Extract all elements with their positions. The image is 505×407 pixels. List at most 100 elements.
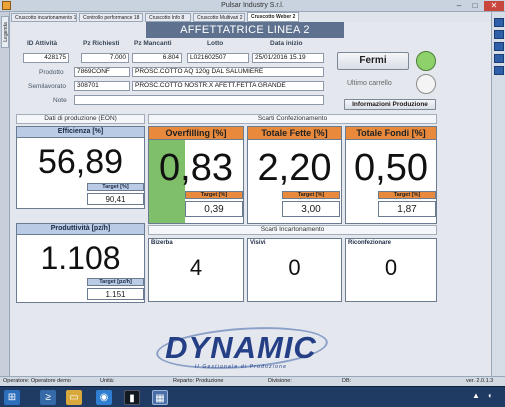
produttivita-target-label: Target [pz/h] (87, 278, 144, 286)
reparto-status: Reparto: Produzione (173, 378, 224, 384)
riconfezionare-value: 0 (384, 255, 398, 280)
logo-text: DYNAMIC (165, 330, 317, 365)
bizerba-counter: Bizerba 4 (148, 238, 244, 302)
scarti-confezionamento-header: Scarti Confezionamento (148, 114, 437, 124)
prodotto-label: Prodotto (39, 69, 64, 76)
overfilling-value: 0,83 (159, 147, 233, 189)
pz-richiesti-field: 7.000 (81, 53, 129, 63)
totale-fette-value: 2,20 (257, 147, 332, 189)
ultimo-carrello-lamp (416, 74, 436, 94)
totale-fette-target-value: 3,00 (282, 201, 340, 217)
data-inizio-field: 25/01/2016 15.19 (252, 53, 324, 63)
dashboard-main: AFFETTATRICE LINEA 2 ID Attività Pz Rich… (11, 22, 491, 376)
status-lamp-green (416, 51, 436, 71)
toolbar-icon-4[interactable] (494, 54, 504, 63)
semilavorato-desc-field: PROSC.COTTO NOSTR.X AFETT.FETTA GRANDE (132, 81, 324, 91)
machine-header: AFFETTATRICE LINEA 2 (146, 22, 344, 38)
close-button[interactable]: ✕ (484, 1, 504, 11)
bizerba-label: Bizerba (151, 240, 173, 246)
tab-incartonamento[interactable]: Cruscotto incartonamento 1 (11, 13, 77, 22)
tab-weber[interactable]: Cruscotto Weber 2x (247, 12, 299, 22)
visivi-label: Visivi (250, 240, 266, 246)
close-tab-icon[interactable]: x (298, 14, 299, 20)
produttivita-target-value: 1.151 (87, 288, 144, 300)
title-bar: Pulsar Industry S.r.l. – □ ✕ (0, 0, 505, 12)
toolbar-icon-3[interactable] (494, 42, 504, 51)
bizerba-value: 4 (189, 255, 203, 280)
unita-status: Unità: (100, 378, 115, 384)
overfilling-target-value: 0,39 (185, 201, 243, 217)
efficienza-value: 56,89 (37, 143, 124, 181)
pulsar-app-icon[interactable]: ▦ (152, 390, 168, 405)
machine-title: AFFETTATRICE LINEA 2 (180, 24, 310, 36)
totale-fondi-card: Totale Fondi [%] 0,50 Target [%] 1,87 (345, 126, 437, 224)
efficienza-card: Efficienza [%] 56,89 Target [%] 90,41 (16, 126, 145, 209)
overfilling-title: Overfilling [%] (149, 127, 243, 140)
dati-produzione-header: Dati di produzione (EON) (16, 114, 145, 124)
tray-network-icon[interactable]: ▲ (472, 391, 480, 400)
left-side-panel: Legenda (0, 12, 10, 376)
tray-volume-icon[interactable]: ◐ (488, 391, 493, 400)
totale-fondi-target-value: 1,87 (378, 201, 436, 217)
powershell-icon[interactable]: ≥ (40, 390, 56, 405)
toolbar-icon-5[interactable] (494, 66, 504, 75)
tab-info[interactable]: Cruscotto Info 8 (145, 13, 191, 22)
db-status: DB: (342, 378, 352, 384)
produttivita-card: Produttività [pz/h] 1.108 Target [pz/h] … (16, 223, 145, 303)
note-field[interactable] (74, 95, 324, 105)
logo-subtitle: Il Gestionale di Produzione (194, 364, 288, 370)
visivi-counter: Visivi 0 (247, 238, 342, 302)
efficienza-target-value: 90,41 (87, 193, 144, 205)
pz-mancanti-label: Pz Mancanti (134, 40, 172, 47)
toolbar-icon-1[interactable] (494, 18, 504, 27)
data-inizio-label: Data inizio (270, 40, 303, 47)
totale-fondi-value: 0,50 (354, 147, 428, 189)
tab-multivari[interactable]: Cruscotto Multivari 2 (193, 13, 245, 22)
lotto-field: L021602507 (187, 53, 249, 63)
semilavorato-code-field: 308701 (74, 81, 130, 91)
prodotto-code-field: 7869CONF (74, 67, 130, 77)
totale-fondi-title: Totale Fondi [%] (346, 127, 436, 140)
taskbar: ⊞ ≥ ▭ ◉ ▮ ▦ ▲ ◐ (0, 386, 505, 407)
overfilling-target-label: Target [%] (185, 191, 243, 199)
windows-start-icon[interactable]: ⊞ (4, 390, 20, 405)
window-title: Pulsar Industry S.r.l. (221, 2, 284, 9)
tab-controllo-performance[interactable]: Controllo performance 18 (79, 13, 143, 22)
produttivita-value: 1.108 (40, 240, 121, 276)
id-attivita-field: 428175 (23, 53, 69, 63)
network-icon[interactable]: ◉ (96, 390, 112, 405)
explorer-folder-icon[interactable]: ▭ (66, 390, 82, 405)
totale-fette-title: Totale Fette [%] (248, 127, 341, 140)
document-tabs: Cruscotto incartonamento 1 Controllo per… (11, 12, 491, 22)
prodotto-desc-field: PROSC.COTTO AQ 120g DAL SALUMIERE (132, 67, 324, 77)
totale-fondi-target-label: Target [%] (378, 191, 436, 199)
minimize-button[interactable]: – (452, 1, 466, 11)
produttivita-title: Produttività [pz/h] (17, 224, 144, 235)
ultimo-carrello-label: Ultimo carrello (347, 80, 392, 87)
toolbar-icon-2[interactable] (494, 30, 504, 39)
dynamic-logo: DYNAMIC Il Gestionale di Produzione (146, 322, 336, 374)
visivi-value: 0 (288, 255, 301, 280)
id-attivita-label: ID Attività (27, 40, 58, 47)
operatore-status: Operatore: Operatore demo (3, 378, 71, 384)
scarti-incartonamento-header: Scarti Incartonamento (148, 225, 437, 235)
note-label: Note (53, 97, 67, 104)
status-bar: Operatore: Operatore demo Unità: Reparto… (0, 376, 505, 386)
maximize-button[interactable]: □ (468, 1, 482, 11)
fermi-button[interactable]: Fermi (337, 52, 409, 70)
console-icon[interactable]: ▮ (124, 390, 140, 405)
right-toolbar (491, 12, 505, 376)
lotto-label: Lotto (207, 40, 224, 47)
efficienza-target-label: Target [%] (87, 183, 144, 191)
totale-fette-card: Totale Fette [%] 2,20 Target [%] 3,00 (247, 126, 342, 224)
riconfezionare-counter: Riconfezionare 0 (345, 238, 437, 302)
semilavorato-label: Semilavorato (28, 83, 66, 90)
overfilling-card: Overfilling [%] 0,83 Target [%] 0,39 (148, 126, 244, 224)
informazioni-produzione-button[interactable]: Informazioni Produzione (344, 99, 436, 110)
pz-mancanti-field: 6.804 (132, 53, 182, 63)
efficienza-title: Efficienza [%] (17, 127, 144, 138)
pz-richiesti-label: Pz Richiesti (83, 40, 120, 47)
riconfezionare-label: Riconfezionare (348, 240, 392, 246)
totale-fette-target-label: Target [%] (282, 191, 340, 199)
legenda-tab[interactable]: Legenda (1, 16, 9, 48)
